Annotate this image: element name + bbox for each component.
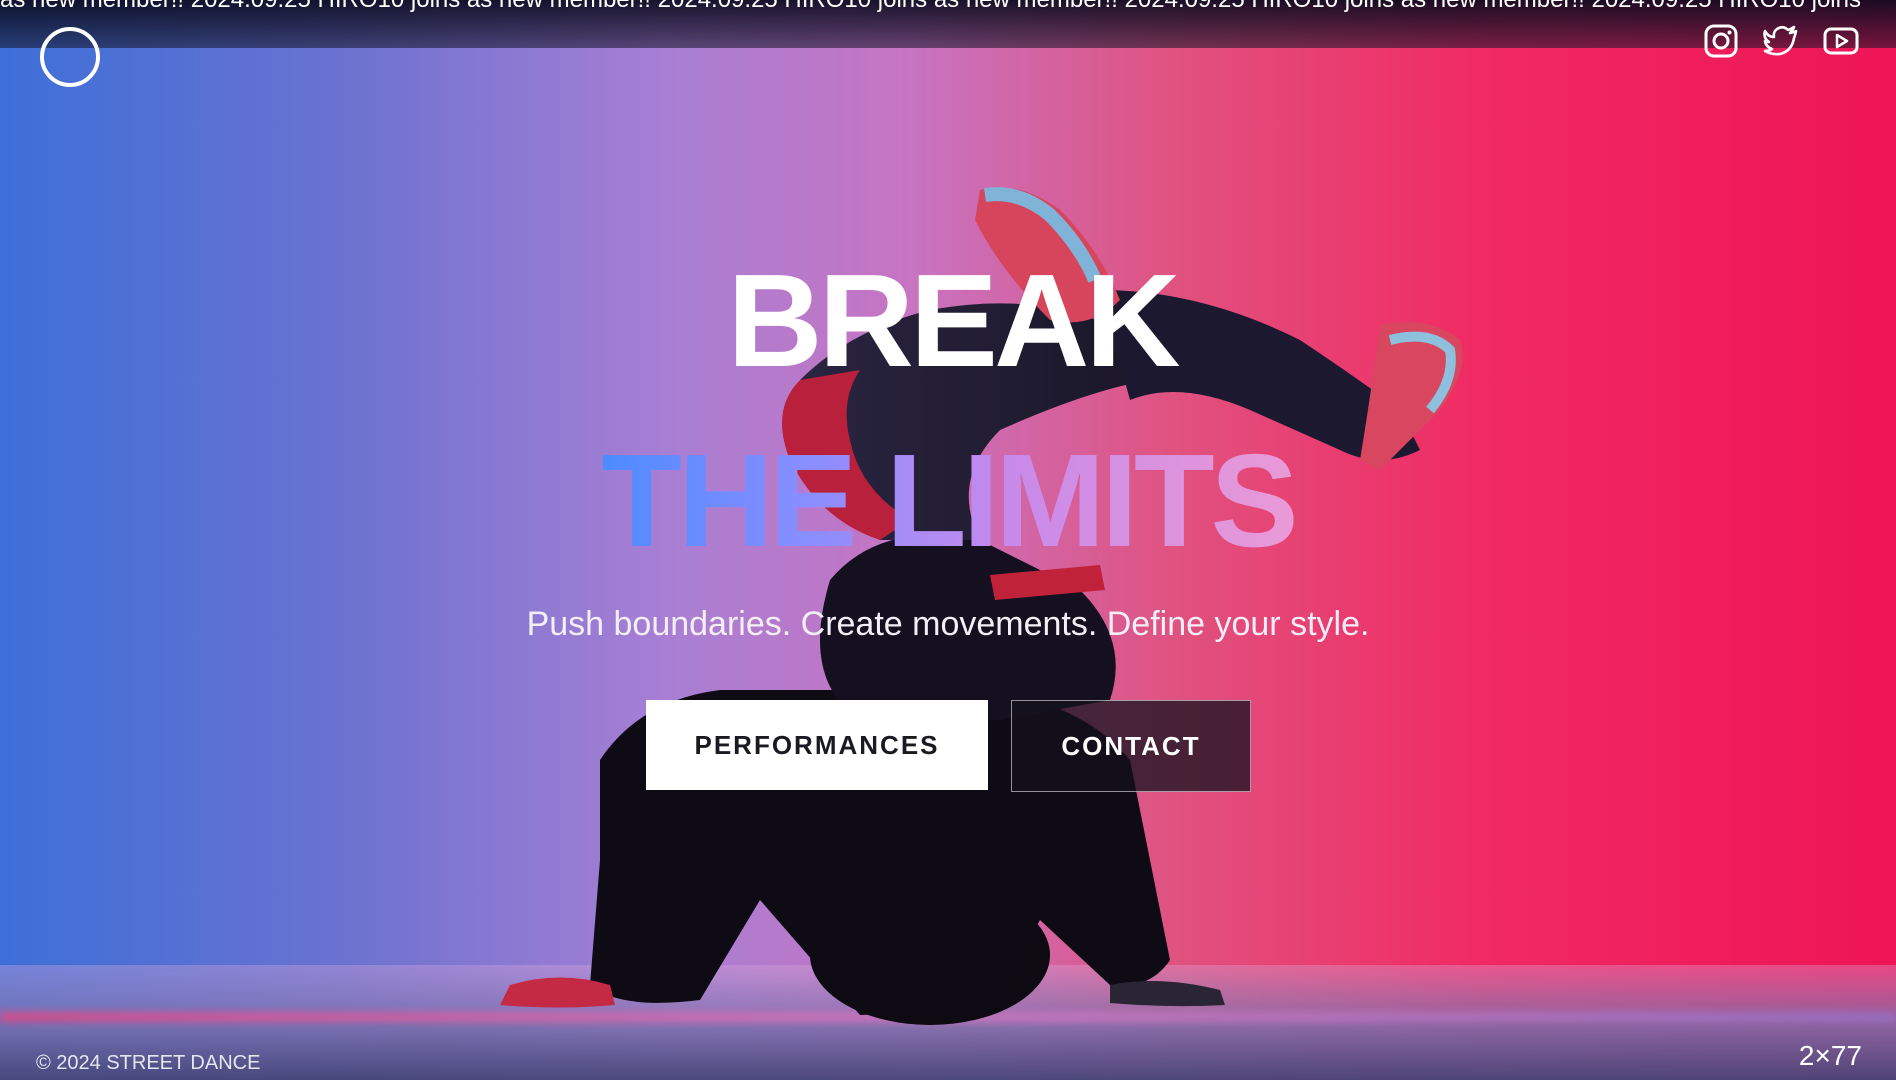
youtube-icon[interactable] [1822,22,1860,60]
performances-button[interactable]: PERFORMANCES [646,700,988,790]
news-ticker: as new member!! 2024.09.25 HIRO10 joins … [0,0,1896,48]
performances-button-label: PERFORMANCES [694,729,940,760]
ticker-text: as new member!! 2024.09.25 HIRO10 joins … [0,0,1861,29]
hero-title-line2: THE LIMITS [0,425,1896,576]
hero-page: as new member!! 2024.09.25 HIRO10 joins … [0,0,1896,1080]
slide-counter: 2×77 [1798,1040,1862,1071]
hero-title-line1: BREAK [727,247,1180,394]
twitter-icon[interactable] [1762,22,1800,60]
copyright-text: © 2024 STREET DANCE [36,1052,261,1074]
instagram-icon[interactable] [1702,22,1740,60]
logo-circle[interactable] [40,27,100,87]
contact-button-label: CONTACT [1061,730,1201,761]
contact-button[interactable]: CONTACT [1011,700,1251,792]
hero-tagline: Push boundaries. Create movements. Defin… [526,605,1370,643]
hero-title-line2-text: THE LIMITS [601,427,1298,574]
